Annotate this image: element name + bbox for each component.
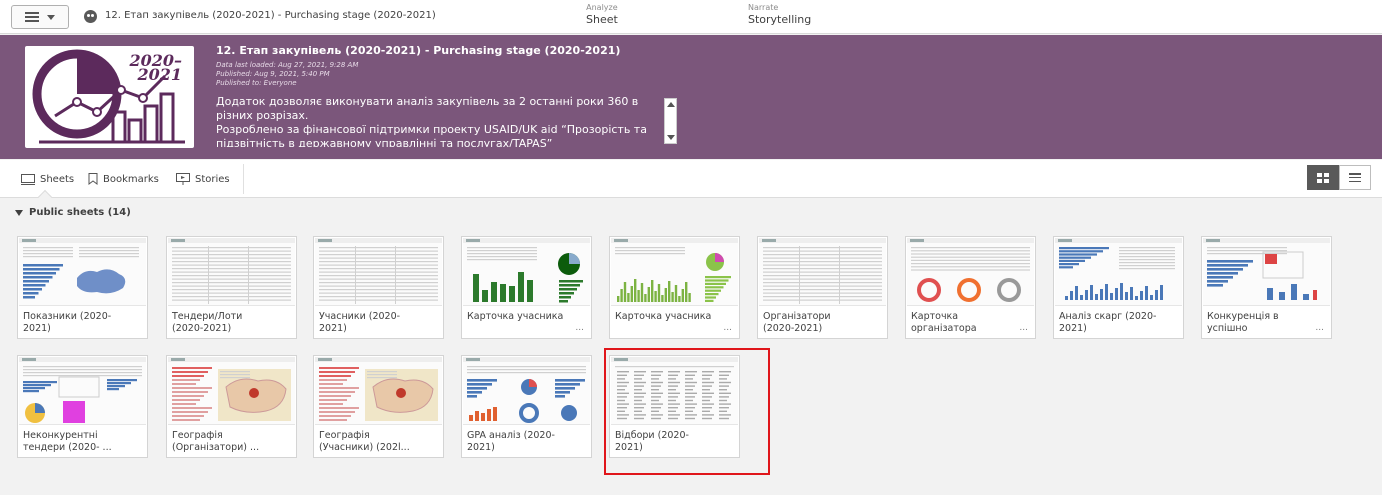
sheet-title: Показники (2020-2021) [23,311,112,334]
app-overview-header: 2020– 2021 12. Етап закупівель (2020-2021… [0,35,1382,159]
sheet-card[interactable]: Конкуренція в успішно... [1201,236,1332,339]
sheet-title: Географія (Учасники) (202l... [319,430,410,453]
sheet-more-indicator: ... [723,323,732,333]
sheet-title: Аналіз скарг (2020-2021) [1059,311,1157,334]
sheet-title: Тендери/Лоти (2020-2021) [172,311,243,334]
app-title: 12. Етап закупівель (2020-2021) - Purcha… [105,10,436,21]
sheet-thumbnail [19,357,146,425]
mode-sub-label: Analyze [586,3,618,12]
data-last-loaded: Data last loaded: Aug 27, 2021, 9:28 AM [216,61,359,69]
sheet-card[interactable]: Тендери/Лоти (2020-2021) [166,236,297,339]
scroll-down-icon[interactable] [667,135,675,140]
sheet-thumbnail [1203,238,1330,306]
selected-sheet-highlight [604,348,770,475]
bookmark-icon [88,173,98,185]
sheet-title: Організатори (2020-2021) [763,311,831,334]
mode-main-label: Storytelling [748,13,812,26]
sheet-card[interactable]: Неконкурентні тендери (2020- ... [17,355,148,458]
mode-sub-label: Narrate [748,3,779,12]
navigation-menu-button[interactable] [11,5,69,29]
app-thumbnail-logo: 2020– 2021 [25,46,194,148]
tab-stories[interactable]: Stories [176,171,230,187]
list-view-button[interactable] [1339,165,1371,190]
grid-view-button[interactable] [1307,165,1339,190]
content-tabs-bar: Sheets Bookmarks Stories [0,160,1382,205]
sheet-thumbnail [611,238,738,306]
sheet-more-indicator: ... [1315,323,1324,333]
sheet-card[interactable]: Учасники (2020-2021) [313,236,444,339]
published-to: Published to: Everyone [216,79,297,87]
sheet-title: Карточка учасника [615,311,712,322]
sheet-thumbnail [19,238,146,306]
hamburger-icon [25,12,39,22]
sheet-title: Учасники (2020-2021) [319,311,401,334]
sheet-thumbnail [759,238,886,306]
sheet-thumbnail [907,238,1034,306]
collapse-triangle-icon [15,209,23,216]
description-paragraph: Розроблено за фінансової підтримки проек… [216,123,647,147]
sheet-thumbnail [315,238,442,306]
sheet-title: Конкуренція в успішно [1207,311,1279,334]
tab-bookmarks[interactable]: Bookmarks [88,171,159,187]
sheet-thumbnail [168,238,295,306]
tab-label: Stories [195,173,230,185]
sheet-card[interactable]: Карточка учасника... [461,236,592,339]
sheet-thumbnail [463,357,590,425]
sheet-title: Географія (Організатори) ... [172,430,260,453]
sheet-card[interactable]: Карточка організатора... [905,236,1036,339]
scroll-up-icon[interactable] [667,102,675,107]
sheet-thumbnail [463,238,590,306]
tab-label: Sheets [40,173,75,185]
app-description: Додаток дозволяє виконувати аналіз закуп… [216,95,676,147]
sheet-card[interactable]: Карточка учасника... [609,236,740,339]
narrate-storytelling-tab[interactable]: Narrate Storytelling [748,3,811,26]
sheet-title: Карточка учасника [467,311,564,322]
sheet-card[interactable]: Географія (Учасники) (202l... [313,355,444,458]
sheet-card[interactable]: GPA аналіз (2020-2021) [461,355,592,458]
sheet-icon [21,173,35,185]
logo-year-text: 2020– 2021 [129,51,182,84]
section-label: Public sheets (14) [29,207,131,218]
sheet-title: GPA аналіз (2020-2021) [467,430,555,453]
sheet-thumbnail [315,357,442,425]
public-sheets-header[interactable]: Public sheets (14) [15,207,131,218]
sheet-thumbnail [1055,238,1182,306]
sheet-more-indicator: ... [575,323,584,333]
sheet-thumbnail [168,357,295,425]
tab-sheets[interactable]: Sheets [21,171,74,187]
sheet-more-indicator: ... [1019,323,1028,333]
sheet-card[interactable]: Показники (2020-2021) [17,236,148,339]
tab-label: Bookmarks [103,173,159,185]
sheet-card[interactable]: Географія (Організатори) ... [166,355,297,458]
grid-icon [1317,172,1329,183]
sheet-title: Карточка організатора [911,311,977,334]
published-date: Published: Aug 9, 2021, 5:40 PM [216,70,330,78]
mode-main-label: Sheet [586,13,618,26]
top-toolbar: 12. Етап закупівель (2020-2021) - Purcha… [0,0,1382,34]
list-icon [1349,173,1361,182]
sheet-card[interactable]: Організатори (2020-2021) [757,236,888,339]
active-tab-indicator [37,189,53,205]
tab-divider [243,164,244,194]
story-icon [176,173,190,185]
app-name: 12. Етап закупівель (2020-2021) - Purcha… [216,44,621,57]
sheet-card[interactable]: Аналіз скарг (2020-2021) [1053,236,1184,339]
description-scrollbar[interactable] [664,98,677,144]
app-icon [84,10,97,23]
description-paragraph: Додаток дозволяє виконувати аналіз закуп… [216,95,639,122]
sheet-title: Неконкурентні тендери (2020- ... [23,430,112,453]
analyze-sheet-tab[interactable]: Analyze Sheet [586,3,618,26]
chevron-down-icon [47,14,55,20]
